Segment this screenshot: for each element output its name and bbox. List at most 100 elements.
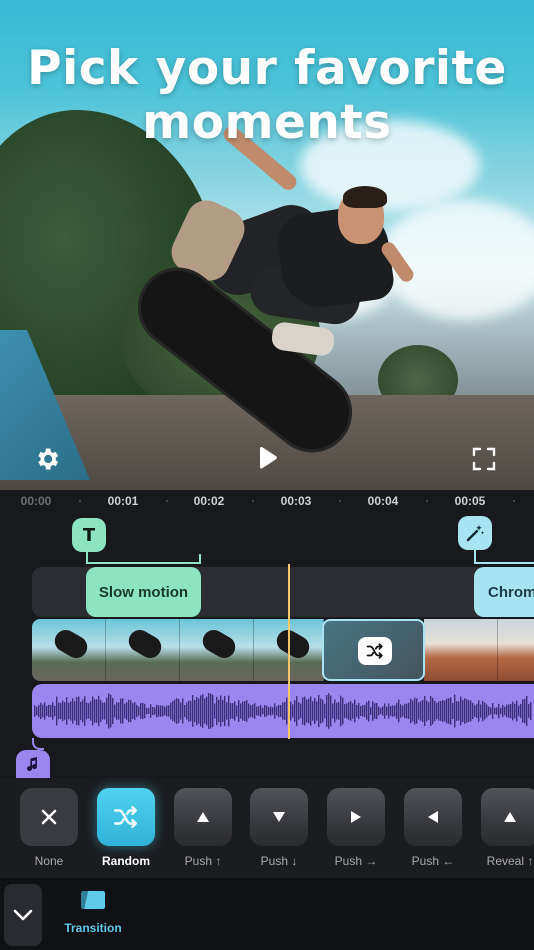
transition-option-push-left[interactable]: Push ← xyxy=(404,788,462,868)
waveform-bar xyxy=(92,696,94,726)
waveform-bar xyxy=(318,694,320,728)
play-button[interactable] xyxy=(252,444,282,474)
waveform-bar xyxy=(178,699,180,723)
transition-tile[interactable] xyxy=(97,788,155,846)
waveform-bar xyxy=(314,698,316,724)
waveform-bar xyxy=(174,699,176,723)
waveform-bar xyxy=(190,700,192,722)
waveform-bar xyxy=(390,706,392,716)
music-tag[interactable] xyxy=(16,750,50,778)
waveform-bar xyxy=(420,701,422,721)
waveform-bar xyxy=(278,704,280,718)
video-frame-thumbnail xyxy=(180,619,254,681)
waveform-bar xyxy=(216,696,218,726)
waveform-bar xyxy=(246,700,248,722)
waveform-bar xyxy=(386,706,388,716)
waveform-bar xyxy=(124,703,126,719)
waveform-bar xyxy=(242,701,244,721)
transition-option-none[interactable]: None xyxy=(20,788,78,868)
waveform-bar xyxy=(354,699,356,723)
transition-label: Push → xyxy=(334,854,378,868)
waveform-bar xyxy=(68,702,70,720)
waveform-bar xyxy=(292,704,294,718)
waveform-bar xyxy=(356,704,358,718)
waveform-bar xyxy=(490,707,492,715)
waveform-bar xyxy=(226,702,228,720)
close-icon xyxy=(41,809,57,825)
waveform-bar xyxy=(404,703,406,719)
chroma-clip[interactable]: Chrom xyxy=(474,567,534,617)
waveform-bar xyxy=(272,707,274,715)
transition-badge[interactable] xyxy=(358,637,392,665)
fullscreen-button[interactable] xyxy=(470,445,498,473)
transition-option-random[interactable]: Random xyxy=(97,788,155,868)
arrow-down-icon xyxy=(273,812,285,822)
waveform-bar xyxy=(220,695,222,727)
waveform-bar xyxy=(46,706,48,716)
transition-option-reveal-up[interactable]: Reveal ↑ xyxy=(481,788,534,868)
waveform-bar xyxy=(150,704,152,718)
text-tag[interactable]: T xyxy=(72,518,106,552)
transition-tile[interactable] xyxy=(250,788,308,846)
video-frame-thumbnail xyxy=(424,619,498,681)
waveform-bar xyxy=(176,698,178,724)
waveform-bar xyxy=(410,698,412,724)
slow-motion-clip[interactable]: Slow motion xyxy=(86,567,201,617)
video-preview[interactable]: Pick your favorite moments xyxy=(0,0,534,490)
waveform-bar xyxy=(492,703,494,719)
transition-tile[interactable] xyxy=(174,788,232,846)
waveform-bar xyxy=(146,707,148,715)
waveform-bar xyxy=(114,704,116,718)
waveform-bar xyxy=(62,700,64,722)
waveform-bar xyxy=(446,698,448,724)
waveform-bar xyxy=(480,704,482,718)
waveform-bar xyxy=(504,706,506,716)
effect-tag[interactable] xyxy=(458,516,492,550)
playhead[interactable] xyxy=(288,564,290,739)
video-frame-thumbnail xyxy=(498,619,534,681)
waveform-bar xyxy=(36,706,38,716)
waveform-bar xyxy=(520,703,522,719)
waveform-bar xyxy=(500,707,502,715)
waveform-bar xyxy=(222,700,224,722)
transition-tile[interactable] xyxy=(481,788,534,846)
shuffle-icon xyxy=(113,806,137,828)
waveform-bar xyxy=(350,701,352,721)
waveform-bar xyxy=(396,702,398,720)
waveform-bar xyxy=(158,705,160,717)
transition-option-push-up[interactable]: Push ↑ xyxy=(174,788,232,868)
transition-tool-label: Transition xyxy=(64,921,122,935)
audio-track[interactable] xyxy=(32,684,534,738)
waveform-bar xyxy=(108,693,110,729)
settings-button[interactable] xyxy=(32,444,62,474)
waveform-bar xyxy=(162,705,164,717)
waveform-bar xyxy=(360,706,362,716)
waveform-bar xyxy=(320,698,322,724)
waveform-bar xyxy=(444,700,446,722)
waveform-bar xyxy=(144,703,146,719)
transition-label: Push ← xyxy=(411,854,455,868)
ruler-dot xyxy=(166,500,168,502)
waveform-bar xyxy=(182,698,184,724)
waveform-bar xyxy=(432,697,434,725)
collapse-button[interactable] xyxy=(4,884,42,946)
video-track[interactable] xyxy=(32,619,534,681)
transition-tile[interactable] xyxy=(20,788,78,846)
gear-icon xyxy=(38,448,59,470)
waveform-bar xyxy=(54,705,56,717)
waveform-bar xyxy=(334,699,336,723)
waveform-bar xyxy=(378,706,380,716)
transition-tool[interactable]: Transition xyxy=(62,890,124,935)
waveform-bar xyxy=(406,703,408,719)
audio-waveform xyxy=(34,693,532,729)
transition-tile[interactable] xyxy=(327,788,385,846)
tick-label: 00:05 xyxy=(454,494,486,508)
waveform-bar xyxy=(528,704,530,718)
waveform-bar xyxy=(392,705,394,717)
transition-tile[interactable] xyxy=(404,788,462,846)
transition-option-push-down[interactable]: Push ↓ xyxy=(250,788,308,868)
time-ruler[interactable]: 00:00 00:01 00:02 00:03 00:04 00:05 xyxy=(0,490,534,512)
headline-line-2: moments xyxy=(142,95,392,150)
waveform-bar xyxy=(472,702,474,720)
transition-option-push-right[interactable]: Push → xyxy=(327,788,385,868)
